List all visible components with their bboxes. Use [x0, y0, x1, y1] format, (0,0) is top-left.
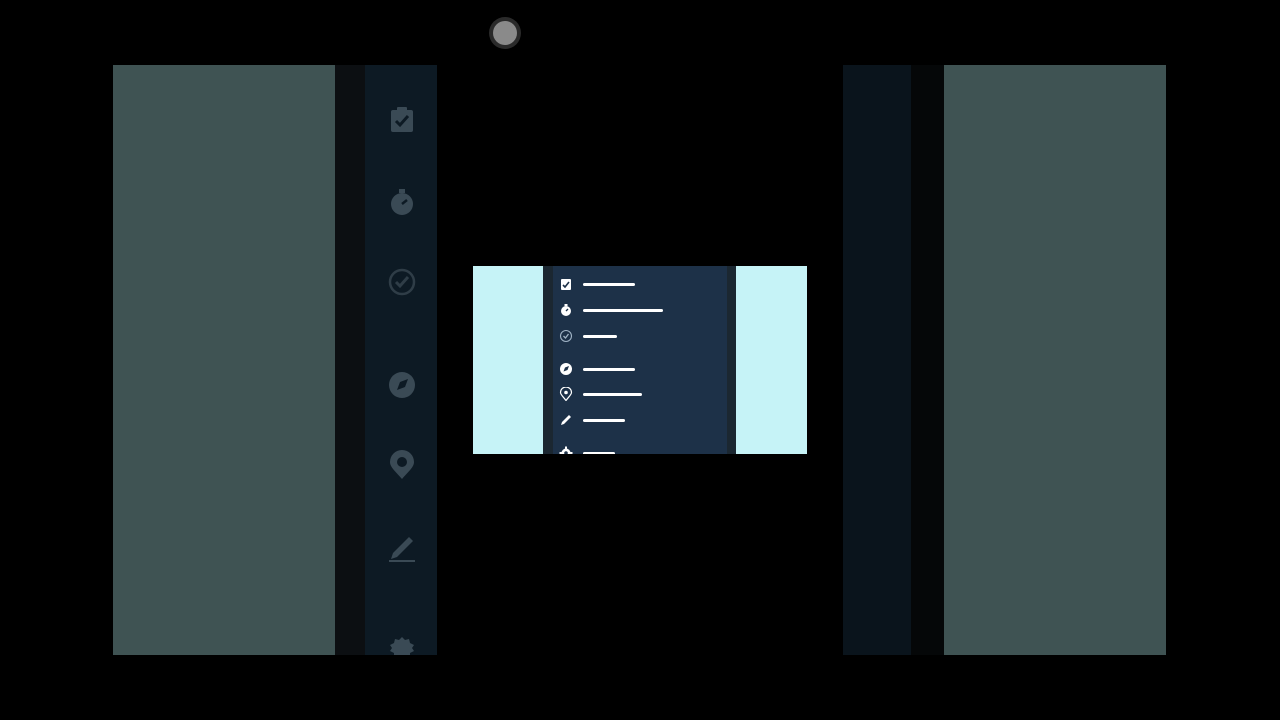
pencil-icon	[389, 537, 415, 562]
check-circle-icon	[559, 329, 573, 343]
background-nav-rail	[365, 65, 437, 655]
menu-item-label-redacted	[583, 334, 617, 338]
menu-item-label-redacted	[583, 392, 642, 396]
background-right-divider	[911, 65, 944, 655]
settings-icon	[559, 446, 573, 454]
stopwatch-icon	[561, 304, 571, 316]
menu-item-places[interactable]	[559, 385, 642, 403]
menu-item-explore[interactable]	[559, 360, 635, 378]
screen	[0, 0, 1280, 720]
location-pin-icon	[390, 450, 414, 479]
background-right-rail	[843, 65, 911, 655]
compass-icon	[560, 363, 572, 375]
card-right-pane	[736, 266, 807, 454]
checkbox-icon	[391, 107, 413, 132]
checkbox-icon	[561, 279, 571, 290]
background-left-panel	[113, 65, 335, 655]
menu-item-label-redacted	[583, 418, 625, 422]
menu-item-label-redacted	[583, 367, 635, 371]
stopwatch-icon	[391, 189, 413, 215]
menu-item-timer[interactable]	[559, 301, 663, 319]
menu-item-completed[interactable]	[559, 327, 617, 345]
menu-item-label-redacted	[583, 451, 615, 454]
menu-item-label-redacted	[583, 308, 663, 312]
menu-item-tasks[interactable]	[559, 275, 635, 293]
card-left-divider	[543, 266, 553, 454]
menu-item-label-redacted	[583, 282, 635, 286]
background-left-divider	[335, 65, 365, 655]
location-pin-icon	[559, 387, 573, 401]
menu-item-edit[interactable]	[559, 411, 625, 429]
navigation-menu	[553, 266, 727, 454]
check-circle-icon	[388, 268, 416, 296]
pencil-icon	[561, 415, 571, 425]
card-left-pane	[473, 266, 543, 454]
menu-item-settings[interactable]	[559, 444, 615, 454]
record-indicator-icon	[493, 21, 517, 45]
card-right-divider	[727, 266, 736, 454]
settings-icon	[390, 637, 414, 655]
preview-card	[473, 266, 807, 454]
compass-icon	[389, 372, 415, 398]
background-right-panel	[944, 65, 1166, 655]
